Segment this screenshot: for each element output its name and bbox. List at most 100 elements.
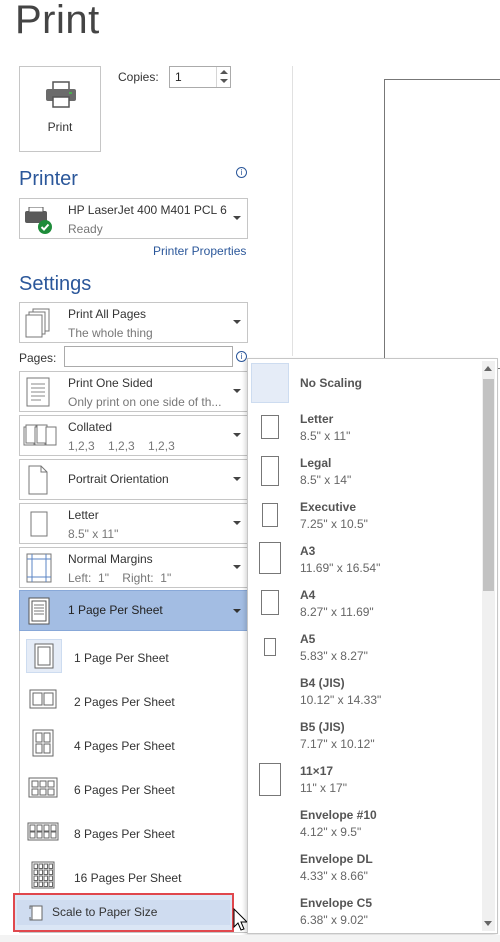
sixteen-pages-icon xyxy=(26,859,62,893)
one-page-icon xyxy=(28,597,50,630)
pane-divider xyxy=(292,66,293,356)
six-pages-icon xyxy=(26,771,62,805)
scale-to-paper-size-label: Scale to Paper Size xyxy=(52,905,158,919)
pps-option-label: 6 Pages Per Sheet xyxy=(74,783,175,797)
scaling-option-dim: 10.12" x 14.33" xyxy=(300,693,382,707)
settings-heading: Settings xyxy=(19,273,92,295)
four-pages-icon xyxy=(26,727,62,761)
paper-icon xyxy=(261,415,279,439)
scaling-option[interactable]: Executive 7.25" x 10.5" xyxy=(248,493,482,537)
pps-option-label: 4 Pages Per Sheet xyxy=(74,739,175,753)
paper-icon xyxy=(259,763,281,796)
pps-option-6[interactable]: 6 Pages Per Sheet xyxy=(20,765,248,809)
printer-icon xyxy=(45,81,77,114)
copies-stepper[interactable]: 1 xyxy=(169,66,231,88)
paper-scaling-menu: No Scaling Letter 8.5" x 11" Legal 8.5" … xyxy=(247,358,498,934)
scaling-option-dim: 7.17" x 10.12" xyxy=(300,737,375,751)
one-page-icon xyxy=(26,639,62,673)
copies-spin[interactable] xyxy=(216,67,230,87)
paper-icon xyxy=(261,590,279,615)
setting-line1: Print One Sided xyxy=(68,376,153,390)
scaling-option[interactable]: A4 8.27" x 11.69" xyxy=(248,581,482,625)
margins-icon xyxy=(26,553,52,588)
info-icon[interactable]: i xyxy=(236,167,247,178)
setting-line2: Left: 1" Right: 1" xyxy=(68,571,172,585)
printer-dropdown[interactable]: HP LaserJet 400 M401 PCL 6 Ready xyxy=(19,198,248,239)
setting-line1: Print All Pages xyxy=(68,307,147,321)
chevron-down-icon xyxy=(233,609,241,613)
paper-icon xyxy=(264,638,276,656)
print-button[interactable]: Print xyxy=(19,66,101,152)
increment-icon[interactable] xyxy=(220,70,228,74)
scaling-option[interactable]: Envelope C5 6.38" x 9.02" xyxy=(248,889,482,933)
scrollbar[interactable] xyxy=(482,361,495,931)
chevron-down-icon xyxy=(233,433,241,437)
paper-icon xyxy=(259,542,281,574)
setting-line1: Normal Margins xyxy=(68,552,153,566)
pages-input[interactable] xyxy=(64,346,233,367)
print-preview-page xyxy=(384,79,500,369)
scaling-option[interactable]: A3 11.69" x 16.54" xyxy=(248,537,482,581)
scaling-option-no-scaling[interactable]: No Scaling xyxy=(248,361,482,405)
bottom-edge xyxy=(0,935,500,942)
scaling-option-name: Executive xyxy=(300,500,357,514)
scaling-option-name: B5 (JIS) xyxy=(300,720,345,734)
pages-per-sheet-dropdown[interactable]: 1 Page Per Sheet xyxy=(19,590,248,631)
pps-option-1[interactable]: 1 Page Per Sheet xyxy=(20,633,248,677)
pages-label: Pages: xyxy=(19,351,57,365)
chevron-down-icon xyxy=(233,477,241,481)
one-sided-icon xyxy=(26,377,52,412)
scaling-option[interactable]: Envelope #10 4.12" x 9.5" xyxy=(248,801,482,845)
scale-page-icon xyxy=(29,905,43,926)
printer-status: Ready xyxy=(68,222,103,236)
eight-pages-icon xyxy=(26,815,62,849)
letter-page-icon xyxy=(30,511,48,542)
scroll-down-icon[interactable] xyxy=(484,921,492,926)
scaling-option[interactable]: B4 (JIS) 10.12" x 14.33" xyxy=(248,669,482,713)
collation-dropdown[interactable]: Collated 1,2,3 1,2,3 1,2,3 xyxy=(19,415,248,456)
pps-option-label: 8 Pages Per Sheet xyxy=(74,827,175,841)
page-title: Print xyxy=(15,0,100,42)
sides-dropdown[interactable]: Print One Sided Only print on one side o… xyxy=(19,371,248,412)
pps-option-2[interactable]: 2 Pages Per Sheet xyxy=(20,677,248,721)
copies-label: Copies: xyxy=(118,70,159,84)
scaling-option-name: Envelope #10 xyxy=(300,808,377,822)
scaling-option[interactable]: Letter 8.5" x 11" xyxy=(248,405,482,449)
pps-option-4[interactable]: 4 Pages Per Sheet xyxy=(20,721,248,765)
scroll-up-icon[interactable] xyxy=(484,366,492,371)
pps-option-8[interactable]: 8 Pages Per Sheet xyxy=(20,809,248,853)
scale-to-paper-size-item[interactable]: Scale to Paper Size xyxy=(13,893,234,932)
scaling-option-name: A3 xyxy=(300,544,316,558)
scaling-option-name: Legal xyxy=(300,456,332,470)
decrement-icon[interactable] xyxy=(220,79,228,83)
scaling-option-name: A5 xyxy=(300,632,316,646)
printer-ready-icon xyxy=(23,206,55,240)
scaling-option-name: No Scaling xyxy=(300,376,363,390)
scaling-option[interactable]: B5 (JIS) 7.17" x 10.12" xyxy=(248,713,482,757)
scaling-option-name: A4 xyxy=(300,588,316,602)
printer-properties-link[interactable]: Printer Properties xyxy=(153,244,246,258)
scaling-option[interactable]: A5 5.83" x 8.27" xyxy=(248,625,482,669)
orientation-dropdown[interactable]: Portrait Orientation xyxy=(19,459,248,500)
print-button-label: Print xyxy=(47,120,73,134)
scaling-option-name: B4 (JIS) xyxy=(300,676,345,690)
scaling-option-name: 11×17 xyxy=(300,764,334,778)
paper-size-dropdown[interactable]: Letter 8.5" x 11" xyxy=(19,503,248,544)
margins-dropdown[interactable]: Normal Margins Left: 1" Right: 1" xyxy=(19,547,248,588)
scrollbar-thumb[interactable] xyxy=(483,379,494,591)
copies-value[interactable]: 1 xyxy=(175,70,182,84)
chevron-down-icon xyxy=(233,521,241,525)
setting-line1: Collated xyxy=(68,420,113,434)
scaling-option[interactable]: Envelope DL 4.33" x 8.66" xyxy=(248,845,482,889)
scaling-option-dim: 7.25" x 10.5" xyxy=(300,517,368,531)
scaling-option-name: Envelope DL xyxy=(300,852,373,866)
scaling-option[interactable]: 11×17 11" x 17" xyxy=(248,757,482,801)
scaling-option-dim: 4.12" x 9.5" xyxy=(300,825,362,839)
pps-option-label: 16 Pages Per Sheet xyxy=(74,871,182,885)
pps-option-16[interactable]: 16 Pages Per Sheet xyxy=(20,853,248,897)
scaling-option[interactable]: Legal 8.5" x 14" xyxy=(248,449,482,493)
print-range-dropdown[interactable]: Print All Pages The whole thing xyxy=(19,302,248,343)
pps-option-label: 1 Page Per Sheet xyxy=(74,651,169,665)
info-icon[interactable]: i xyxy=(236,351,247,362)
scaling-option-dim: 6.38" x 9.02" xyxy=(300,913,368,927)
